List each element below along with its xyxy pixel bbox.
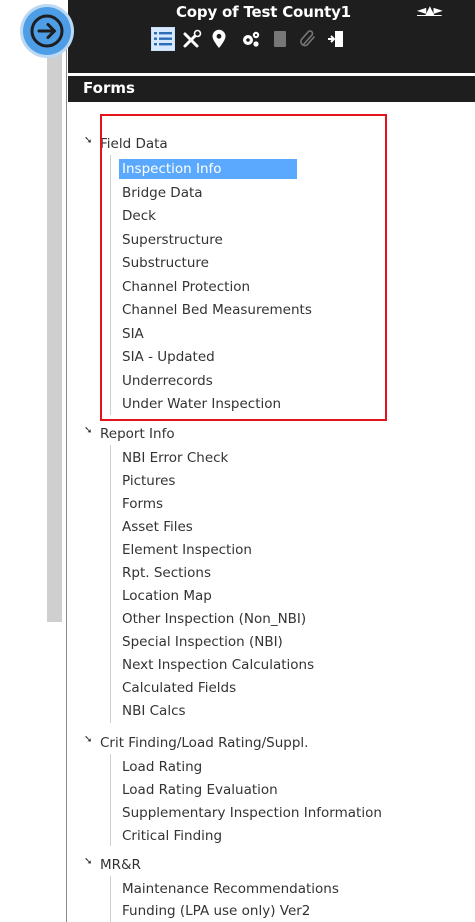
collapse-arrow-icon: ➘ (84, 734, 93, 745)
record-title: Copy of Test County1 (176, 3, 351, 21)
tree-item-special-inspection[interactable]: Special Inspection (NBI) (122, 632, 283, 652)
tree-item-inspection-info[interactable]: Inspection Info (119, 159, 297, 179)
tree-item-maintenance-recommendations[interactable]: Maintenance Recommendations (122, 879, 339, 899)
panel-divider (66, 36, 67, 922)
tree-item-channel-bed-measurements[interactable]: Channel Bed Measurements (122, 300, 312, 320)
tree-item-superstructure[interactable]: Superstructure (122, 230, 223, 250)
tree-item-channel-protection[interactable]: Channel Protection (122, 277, 250, 297)
tree-item-under-water-inspection[interactable]: Under Water Inspection (122, 394, 281, 414)
tree-guide-line (110, 155, 111, 415)
gears-icon[interactable] (240, 28, 262, 50)
forms-title: Forms (83, 79, 135, 97)
tree-guide-line (110, 445, 111, 723)
tree-item-substructure[interactable]: Substructure (122, 253, 209, 273)
forms-header: Forms (68, 76, 475, 102)
tree-item-bridge-data[interactable]: Bridge Data (122, 183, 203, 203)
collapse-arrow-icon: ➘ (84, 135, 93, 146)
list-icon[interactable] (151, 27, 175, 51)
tree-item-deck[interactable]: Deck (122, 206, 156, 226)
expand-panel-button[interactable] (23, 7, 71, 55)
tree-item-load-rating[interactable]: Load Rating (122, 757, 202, 777)
tree-guide-line (110, 754, 111, 846)
tree-item-rpt-sections[interactable]: Rpt. Sections (122, 563, 211, 583)
document-icon[interactable] (269, 28, 291, 50)
collapse-arrow-icon: ➘ (84, 425, 93, 436)
toolbar (150, 26, 475, 56)
location-pin-icon[interactable] (208, 28, 230, 50)
exit-door-icon[interactable] (325, 28, 347, 50)
record-nav-arrows[interactable]: ◄▲► (417, 3, 443, 17)
tree-item-next-inspection-calculations[interactable]: Next Inspection Calculations (122, 655, 314, 675)
tree-item-sia[interactable]: SIA (122, 324, 144, 344)
left-scrollbar[interactable] (47, 36, 62, 622)
tree-item-supplementary-inspection-information[interactable]: Supplementary Inspection Information (122, 803, 382, 823)
tree-item-element-inspection[interactable]: Element Inspection (122, 540, 252, 560)
tree-item-other-inspection[interactable]: Other Inspection (Non_NBI) (122, 609, 306, 629)
tree-item-nbi-error-check[interactable]: NBI Error Check (122, 448, 228, 468)
tree-item-underrecords[interactable]: Underrecords (122, 371, 213, 391)
app-header: Copy of Test County1 ◄▲► (68, 0, 475, 73)
tree-item-asset-files[interactable]: Asset Files (122, 517, 193, 537)
tree-guide-line (110, 876, 111, 922)
tree-item-funding[interactable]: Funding (LPA use only) Ver2 (122, 901, 310, 921)
collapse-arrow-icon: ➘ (84, 856, 93, 867)
paperclip-icon[interactable] (297, 28, 319, 50)
tree-item-location-map[interactable]: Location Map (122, 586, 212, 606)
tree-item-critical-finding[interactable]: Critical Finding (122, 826, 222, 846)
tree-item-load-rating-evaluation[interactable]: Load Rating Evaluation (122, 780, 278, 800)
tree-item-nbi-calcs[interactable]: NBI Calcs (122, 701, 186, 721)
tree-item-calculated-fields[interactable]: Calculated Fields (122, 678, 236, 698)
tools-icon[interactable] (181, 28, 203, 50)
tree-item-sia-updated[interactable]: SIA - Updated (122, 347, 215, 367)
tree-item-forms[interactable]: Forms (122, 494, 163, 514)
tree-item-pictures[interactable]: Pictures (122, 471, 175, 491)
